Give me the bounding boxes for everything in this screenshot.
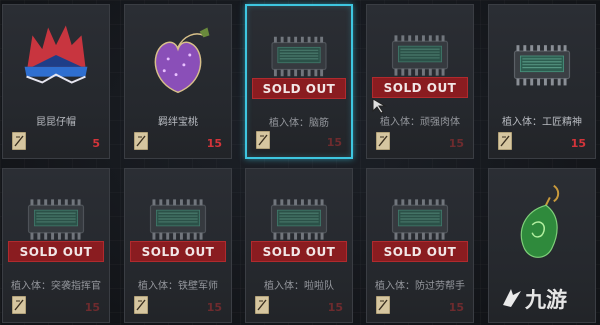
item-name: 羁绊宝桃: [158, 117, 198, 128]
chip-icon: [513, 44, 571, 87]
ticket-icon: [256, 131, 270, 149]
shop-item-card[interactable]: SOLD OUT 植入体：铁壁军师 15: [124, 168, 232, 323]
ticket-icon: [12, 296, 26, 314]
shop-item-card[interactable]: 羁绊宝桃 15: [124, 4, 232, 159]
item-price: 15: [448, 301, 464, 314]
purple-peach-icon: [154, 27, 210, 94]
item-price: 15: [326, 136, 342, 149]
shop-item-card[interactable]: 植入体：工匠精神 15: [488, 4, 596, 159]
item-price: 5: [92, 137, 100, 150]
sold-out-banner: SOLD OUT: [8, 241, 104, 262]
item-price: 15: [570, 137, 586, 150]
item-name: 植入体：工匠精神: [502, 117, 582, 128]
sold-out-banner: SOLD OUT: [130, 241, 226, 262]
ticket-icon: [134, 296, 148, 314]
spiky-hat-icon: [24, 25, 88, 84]
ticket-icon: [376, 132, 390, 150]
ticket-icon: [134, 132, 148, 150]
ticket-icon: [255, 296, 269, 314]
jiuyou-logo-icon: [503, 289, 521, 307]
item-price: 15: [327, 301, 343, 314]
shop-item-card[interactable]: SOLD OUT 植入体：啦啦队 15: [245, 168, 353, 323]
shop-item-card[interactable]: 昆昆仔帽 5: [2, 4, 110, 159]
ticket-icon: [498, 132, 512, 150]
sold-out-banner: SOLD OUT: [372, 77, 468, 98]
item-name: 植入体：顽强肉体: [380, 117, 460, 128]
item-price: 15: [84, 301, 100, 314]
item-price: 15: [448, 137, 464, 150]
item-name: 植入体：脑筋: [269, 118, 329, 129]
watermark-text: 九游: [525, 288, 567, 312]
item-name: 植入体：啦啦队: [264, 281, 334, 292]
sold-out-banner: SOLD OUT: [252, 78, 346, 99]
mouse-cursor-icon: [372, 98, 387, 114]
sold-out-banner: SOLD OUT: [251, 241, 347, 262]
shop-item-card[interactable]: SOLD OUT 植入体：脑筋 15: [245, 4, 353, 159]
shop-item-card[interactable]: SOLD OUT 植入体：突袭指挥官 15: [2, 168, 110, 323]
sold-out-banner: SOLD OUT: [372, 241, 468, 262]
shop-item-card[interactable]: 九游: [488, 168, 596, 323]
ticket-icon: [12, 132, 26, 150]
item-price: 15: [206, 137, 222, 150]
shop-item-card[interactable]: SOLD OUT 植入体：防过劳帮手 15: [366, 168, 474, 323]
item-name: 昆昆仔帽: [36, 117, 76, 128]
ticket-icon: [376, 296, 390, 314]
shop-item-card[interactable]: SOLD OUT 植入体：顽强肉体 15: [366, 4, 474, 159]
item-price: 15: [206, 301, 222, 314]
item-name: 植入体：突袭指挥官: [11, 281, 101, 292]
green-jade-pendant-icon: [520, 184, 560, 258]
item-name: 植入体：铁壁军师: [138, 281, 218, 292]
item-name: 植入体：防过劳帮手: [375, 281, 465, 292]
